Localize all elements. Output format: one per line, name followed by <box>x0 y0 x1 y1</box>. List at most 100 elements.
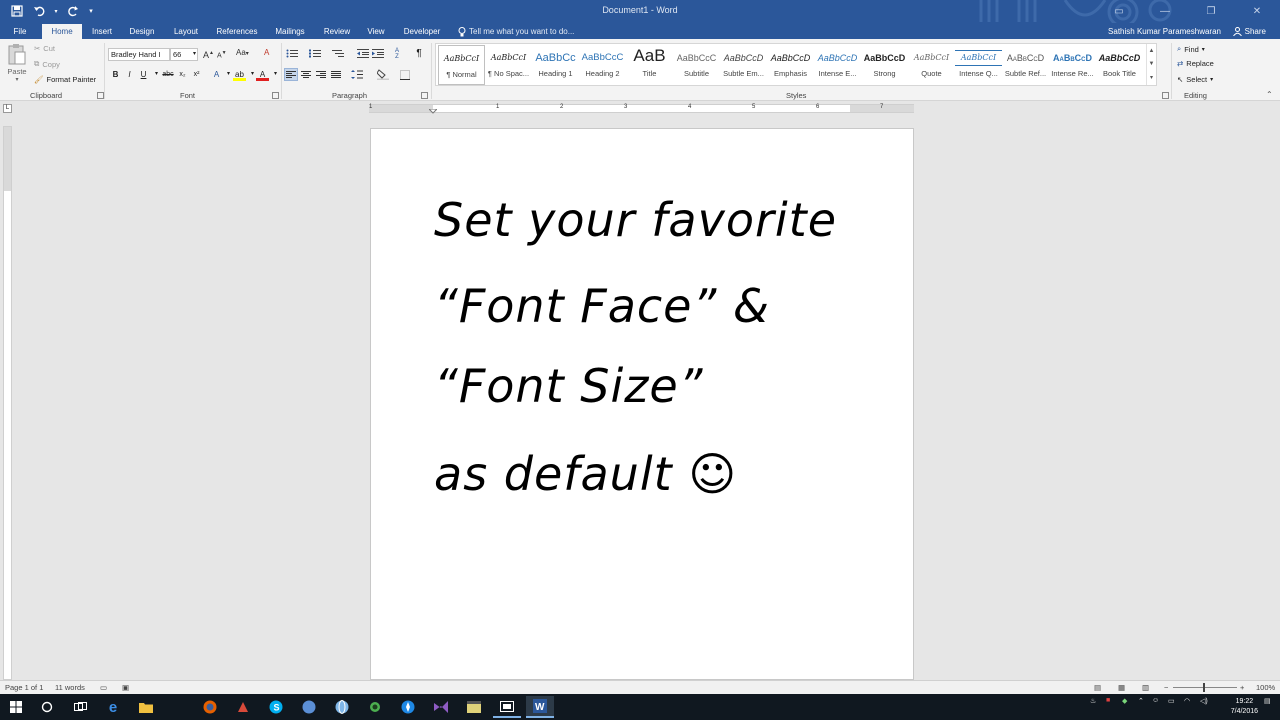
word-app-icon[interactable]: W <box>526 696 554 718</box>
underline-button[interactable]: U <box>137 68 150 81</box>
tab-view[interactable]: View <box>362 24 390 39</box>
align-center-icon[interactable] <box>299 68 313 81</box>
style-normal[interactable]: AaBbCcI ¶ Normal <box>438 45 485 85</box>
tell-me-box[interactable]: Tell me what you want to do... <box>458 24 574 39</box>
style-intense-reference[interactable]: AaBbCcD Intense Re... <box>1049 45 1096 85</box>
word-count[interactable]: 11 words <box>55 683 85 692</box>
tray-chevron-icon[interactable]: ⌃ <box>1138 697 1144 705</box>
styles-launcher-icon[interactable] <box>1162 92 1169 99</box>
app-icon-clapper[interactable] <box>460 696 488 718</box>
italic-button[interactable]: I <box>123 68 136 81</box>
document-line[interactable]: as default ☺ <box>434 447 737 501</box>
tab-design[interactable]: Design <box>124 24 160 39</box>
gallery-more-icon[interactable]: ▾ <box>1150 74 1153 81</box>
tray-app-icon[interactable]: ◆ <box>1122 697 1127 705</box>
tab-developer[interactable]: Developer <box>398 24 446 39</box>
screen-recorder-icon[interactable] <box>493 696 521 718</box>
app-icon-blue-circle[interactable] <box>295 696 323 718</box>
style-strong[interactable]: AaBbCcD Strong <box>861 45 908 85</box>
cortana-search-icon[interactable] <box>33 696 61 718</box>
align-right-icon[interactable] <box>314 68 328 81</box>
tray-record-icon[interactable]: ■ <box>1106 697 1110 704</box>
format-painter-button[interactable]: 🖌 Format Painter <box>34 75 96 84</box>
line-spacing-icon[interactable] <box>350 68 364 81</box>
share-button[interactable]: Share <box>1232 24 1266 39</box>
zoom-in-button[interactable]: + <box>1240 683 1244 692</box>
tray-steam-icon[interactable]: ♨ <box>1090 697 1096 705</box>
change-case-button[interactable]: Aa▾ <box>236 46 249 60</box>
wifi-icon[interactable]: ◠ <box>1184 697 1190 705</box>
document-line[interactable]: “Font Size” <box>434 359 704 413</box>
style-heading-1[interactable]: AaBbCc Heading 1 <box>532 45 579 85</box>
align-left-icon[interactable] <box>284 68 298 81</box>
app-icon-compass[interactable] <box>394 696 422 718</box>
replace-button[interactable]: ⇄ Replace <box>1177 59 1214 68</box>
tab-mailings[interactable]: Mailings <box>268 24 312 39</box>
tray-monitor-icon[interactable]: ▭ <box>1168 697 1175 705</box>
sort-icon[interactable]: AZ <box>390 47 404 60</box>
grow-font-button[interactable]: A▲ <box>203 46 214 60</box>
style-intense-emphasis[interactable]: AaBbCcD Intense E... <box>814 45 861 85</box>
app-icon-globe[interactable] <box>328 696 356 718</box>
tray-people-icon[interactable]: ☺ <box>1152 697 1159 704</box>
font-size-combo[interactable]: 66 ▾ <box>170 48 198 61</box>
cut-button[interactable]: ✂ Cut <box>34 44 55 53</box>
print-layout-icon[interactable]: ▦ <box>1118 683 1125 692</box>
collapse-ribbon-icon[interactable]: ⌃ <box>1266 90 1273 99</box>
style-intense-quote[interactable]: AaBbCcI Intense Q... <box>955 45 1002 85</box>
zoom-level[interactable]: 100% <box>1256 683 1275 692</box>
highlight-color-icon[interactable]: ab <box>233 68 246 81</box>
web-layout-icon[interactable]: ▥ <box>1142 683 1149 692</box>
task-view-icon[interactable] <box>66 696 94 718</box>
read-mode-icon[interactable]: ▤ <box>1094 683 1101 692</box>
app-icon-green[interactable] <box>361 696 389 718</box>
tab-layout[interactable]: Layout <box>166 24 206 39</box>
style-heading-2[interactable]: AaBbCcC Heading 2 <box>579 45 626 85</box>
action-center-icon[interactable]: ▤ <box>1264 697 1271 705</box>
gallery-down-icon[interactable]: ▼ <box>1149 61 1155 67</box>
zoom-out-button[interactable]: − <box>1164 683 1168 692</box>
style-emphasis[interactable]: AaBbCcD Emphasis <box>767 45 814 85</box>
user-account-name[interactable]: Sathish Kumar Parameshwaran <box>1108 24 1221 39</box>
copy-button[interactable]: ⧉ Copy <box>34 59 60 69</box>
clipboard-launcher-icon[interactable] <box>97 92 104 99</box>
style-quote[interactable]: AaBbCcI Quote <box>908 45 955 85</box>
document-line[interactable]: “Font Face” & <box>434 279 770 333</box>
borders-icon[interactable] <box>398 68 412 81</box>
document-page[interactable]: Set your favorite “Font Face” & “Font Si… <box>370 128 914 680</box>
tab-references[interactable]: References <box>212 24 262 39</box>
windows-start-icon[interactable] <box>2 696 30 718</box>
vertical-ruler[interactable] <box>3 126 12 680</box>
shading-icon[interactable] <box>376 68 390 81</box>
style-subtitle[interactable]: AaBbCcC Subtitle <box>673 45 720 85</box>
bold-button[interactable]: B <box>109 68 122 81</box>
proofing-icon[interactable]: ▭ <box>100 683 107 692</box>
macro-record-icon[interactable]: ▣ <box>122 683 129 692</box>
style-subtle-reference[interactable]: AaBbCcD Subtle Ref... <box>1002 45 1049 85</box>
superscript-button[interactable]: x² <box>190 68 203 81</box>
taskbar-clock[interactable]: 19:22 7/4/2016 <box>1231 697 1258 717</box>
style-no-spacing[interactable]: AaBbCcI ¶ No Spac... <box>485 45 532 85</box>
style-subtle-emphasis[interactable]: AaBbCcD Subtle Em... <box>720 45 767 85</box>
restore-button[interactable]: ❐ <box>1188 0 1234 23</box>
show-formatting-marks-icon[interactable]: ¶ <box>412 47 426 60</box>
style-title[interactable]: AaB Title <box>626 45 673 85</box>
ribbon-display-options-icon[interactable]: ▭ <box>1096 0 1142 23</box>
skype-icon[interactable]: S <box>262 696 290 718</box>
tab-file[interactable]: File <box>6 24 34 39</box>
zoom-slider[interactable] <box>1173 683 1237 692</box>
tab-insert[interactable]: Insert <box>86 24 118 39</box>
tab-home[interactable]: Home <box>42 24 82 39</box>
visual-studio-icon[interactable] <box>427 696 455 718</box>
tab-selector[interactable]: L <box>3 104 12 113</box>
tab-review[interactable]: Review <box>318 24 356 39</box>
edge-browser-icon[interactable]: e <box>99 696 127 718</box>
indent-marker-icon[interactable] <box>427 108 439 117</box>
horizontal-ruler[interactable]: 1 1 2 3 4 5 6 7 <box>369 104 914 114</box>
bullets-icon[interactable] <box>285 47 299 60</box>
close-button[interactable]: ✕ <box>1234 0 1280 23</box>
find-button[interactable]: ⌕ Find ▾ <box>1177 44 1205 54</box>
paste-button[interactable]: Paste ▾ <box>6 43 28 87</box>
select-button[interactable]: ↖ Select ▾ <box>1177 75 1213 84</box>
font-name-combo[interactable]: Bradley Hand I <box>108 48 170 61</box>
